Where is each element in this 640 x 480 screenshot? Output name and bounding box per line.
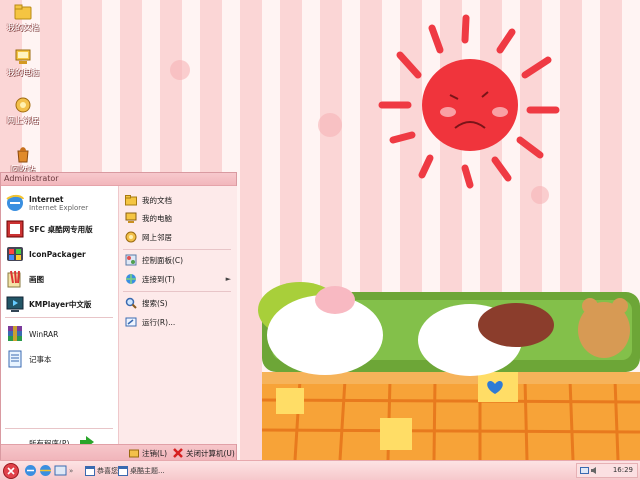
start-place-run[interactable]: 运行(R)... — [125, 315, 175, 329]
desktop-icon-my-computer[interactable]: 我的电脑 — [4, 48, 42, 78]
paint-icon — [7, 270, 21, 288]
start-place-control-panel[interactable]: 控制面板(C) — [125, 253, 183, 267]
control-panel-icon — [125, 254, 137, 266]
desktop-icon-network[interactable]: 网上邻居 — [4, 96, 42, 126]
start-place-my-computer[interactable]: 我的电脑 — [125, 211, 172, 225]
recycle-bin-icon — [17, 147, 29, 163]
start-item-title: 画图 — [29, 274, 44, 284]
start-place-label: 控制面板(C) — [142, 255, 184, 265]
start-place-connect-to[interactable]: 连接到(T) ► — [125, 272, 235, 286]
start-menu-footer: 注销(L) 关闭计算机(U) — [1, 444, 236, 460]
start-place-network[interactable]: 网上邻居 — [125, 230, 172, 244]
logoff-label: 注销(L) — [142, 448, 168, 458]
desktop-icon-my-documents[interactable]: 我的文档 — [4, 3, 42, 33]
connect-icon — [126, 274, 136, 284]
start-place-label: 连接到(T) — [142, 274, 175, 284]
desktop-icon-label: 我的文档 — [7, 23, 39, 32]
run-icon — [125, 317, 137, 327]
start-place-label: 我的文档 — [142, 195, 172, 205]
taskbar-task-congrats[interactable]: 恭喜您! — [85, 464, 121, 477]
logoff-button[interactable]: 注销(L) — [129, 447, 167, 459]
media-player-icon[interactable] — [54, 464, 67, 477]
close-icon — [173, 448, 183, 458]
start-place-label: 网上邻居 — [142, 232, 172, 242]
start-item-sfc[interactable]: SFC 桌酷网专用版 — [5, 218, 93, 240]
start-item-title: KMPlayer中文版 — [29, 299, 92, 309]
ie-icon — [6, 194, 24, 211]
folder-icon — [14, 4, 32, 20]
sfc-icon — [6, 220, 24, 238]
start-menu-separator — [5, 428, 113, 429]
start-item-title: IconPackager — [29, 249, 86, 259]
desktop-icon-label: 我的电脑 — [7, 68, 39, 77]
computer-icon — [125, 212, 137, 223]
kmplayer-icon — [6, 296, 24, 312]
taskbar-clock[interactable]: 16:29 — [613, 466, 633, 474]
start-item-winrar[interactable]: WinRAR — [5, 323, 58, 345]
desktop-icon-label: 网上邻居 — [7, 116, 39, 125]
start-item-title: 记事本 — [29, 354, 52, 364]
start-place-search[interactable]: 搜索(S) — [125, 296, 168, 310]
key-icon — [129, 449, 139, 458]
show-desktop-icon[interactable] — [39, 464, 52, 477]
start-item-internet[interactable]: Internet Internet Explorer — [5, 192, 88, 214]
window-icon — [118, 465, 128, 476]
start-place-label: 搜索(S) — [142, 298, 168, 308]
notepad-icon — [8, 350, 22, 368]
start-menu-programs-pane: Internet Internet Explorer SFC 桌酷网专用版 Ico… — [1, 186, 118, 448]
start-item-paint[interactable]: 画图 — [5, 268, 44, 290]
start-menu-separator — [123, 291, 231, 292]
start-menu: Administrator Internet Internet Explorer … — [0, 172, 237, 460]
start-place-label: 我的电脑 — [142, 213, 172, 223]
shutdown-button[interactable]: 关闭计算机(U) — [173, 447, 235, 459]
start-place-label: 运行(R)... — [142, 317, 176, 327]
start-item-notepad[interactable]: 记事本 — [5, 348, 52, 370]
start-menu-separator — [123, 249, 231, 250]
submenu-arrow-icon: ► — [225, 275, 231, 283]
start-place-my-documents[interactable]: 我的文档 — [125, 193, 172, 207]
start-button[interactable] — [3, 463, 19, 479]
desktop-icon-recycle-bin[interactable]: 回收站 — [4, 145, 42, 175]
taskbar-task-theme[interactable]: 桌酷主题... — [118, 464, 165, 477]
network-status-icon[interactable] — [580, 466, 589, 475]
shutdown-label: 关闭计算机(U) — [186, 448, 235, 458]
search-icon — [125, 297, 137, 309]
start-menu-user-name: Administrator — [1, 173, 236, 186]
taskbar: » 恭喜您! 桌酷主题... 16:29 — [0, 460, 640, 480]
system-tray: 16:29 — [576, 463, 638, 478]
start-item-title: WinRAR — [29, 329, 59, 339]
start-item-subtitle: Internet Explorer — [29, 203, 89, 212]
start-item-title: Internet — [29, 194, 64, 204]
quicklaunch-overflow[interactable]: » — [69, 464, 73, 477]
folder-icon — [125, 195, 137, 206]
volume-icon[interactable] — [590, 466, 599, 475]
start-menu-places-pane: 我的文档 我的电脑 网上邻居 控制面板(C) 连接到(T) ► 搜索(S) 运行… — [118, 186, 237, 444]
start-item-kmplayer[interactable]: KMPlayer中文版 — [5, 293, 91, 315]
start-item-title: SFC 桌酷网专用版 — [29, 224, 93, 234]
iconpackager-icon — [7, 247, 23, 261]
taskbar-task-label: 桌酷主题... — [130, 466, 165, 475]
winrar-icon — [8, 326, 22, 341]
ie-icon[interactable] — [24, 464, 37, 477]
window-icon — [85, 465, 95, 476]
start-menu-separator — [5, 317, 113, 318]
network-icon — [125, 231, 137, 243]
computer-icon — [15, 49, 31, 64]
start-item-iconpackager[interactable]: IconPackager — [5, 243, 86, 265]
network-icon — [15, 97, 31, 113]
